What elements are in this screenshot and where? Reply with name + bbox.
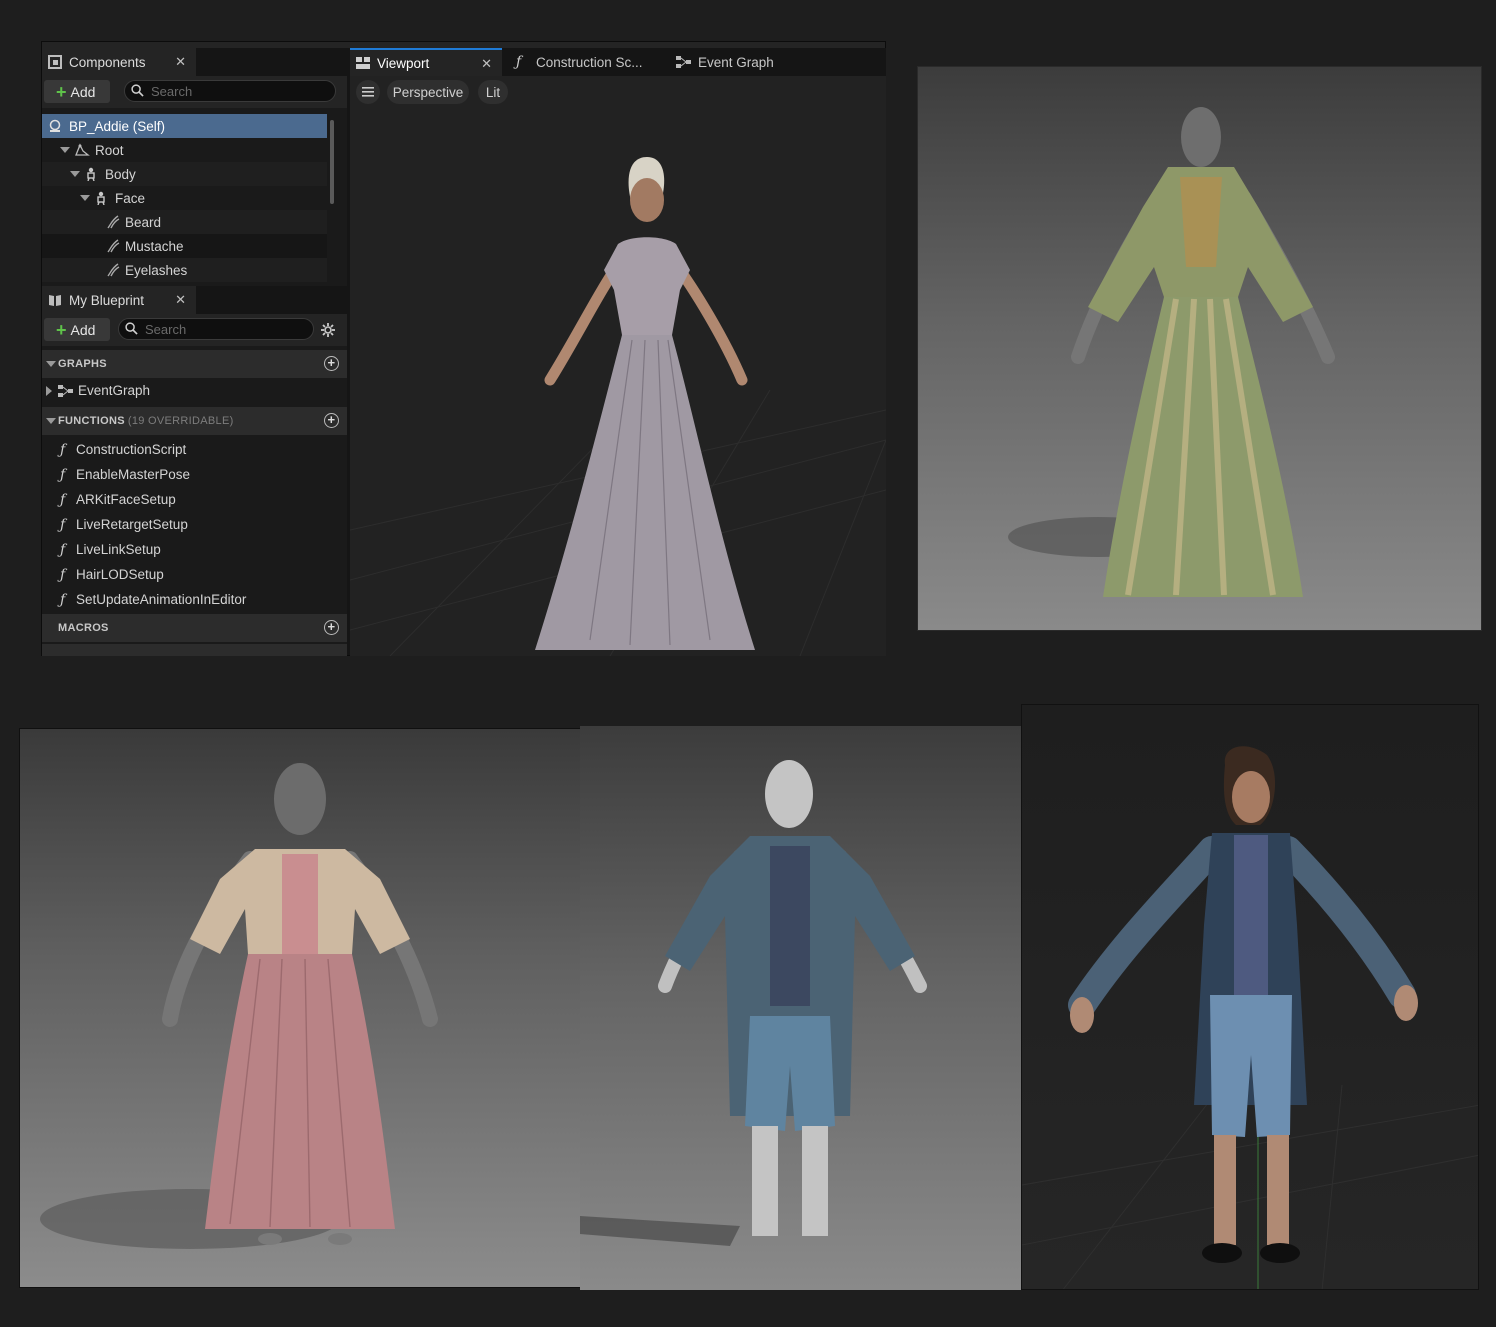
functions-section-header[interactable]: FUNCTIONS (19 OVERRIDABLE) + xyxy=(42,407,347,435)
search-icon xyxy=(131,84,144,97)
search-icon xyxy=(125,322,138,335)
groom-icon xyxy=(107,215,120,229)
floor-grid xyxy=(1022,1084,1478,1289)
gear-icon[interactable] xyxy=(320,322,336,338)
function-icon: ƒ xyxy=(60,491,66,508)
groom-icon xyxy=(107,239,120,253)
function-icon: ƒ xyxy=(60,591,66,608)
tree-item-face[interactable]: Face xyxy=(42,186,327,210)
hamburger-icon xyxy=(362,87,374,97)
left-column: Components ✕ + Add Search BP_Addie (Self)… xyxy=(42,48,347,656)
tab-construction-script[interactable]: ƒ Construction Sc... xyxy=(516,48,643,76)
components-search-input[interactable]: Search xyxy=(124,80,336,102)
add-macro-icon[interactable]: + xyxy=(324,620,339,635)
blueprint-add-button[interactable]: + Add xyxy=(44,318,110,341)
root-bone-icon xyxy=(75,143,90,156)
function-item[interactable]: ƒ ARKitFaceSetup xyxy=(42,487,347,512)
component-tree: BP_Addie (Self) Root Body Face Beard Mus… xyxy=(42,114,327,282)
components-add-button[interactable]: + Add xyxy=(44,80,110,103)
collapse-arrow-icon[interactable] xyxy=(46,418,56,424)
blueprint-toolbar: + Add Search xyxy=(42,314,347,346)
blueprint-tabbar: My Blueprint ✕ xyxy=(42,286,347,314)
tree-item-mustache[interactable]: Mustache xyxy=(42,234,327,258)
book-icon xyxy=(49,295,61,306)
variables-section-header-partial[interactable] xyxy=(42,644,347,656)
tree-item-beard[interactable]: Beard xyxy=(42,210,327,234)
function-item[interactable]: ƒ LiveRetargetSetup xyxy=(42,512,347,537)
tab-components[interactable]: Components ✕ xyxy=(42,48,196,76)
close-icon[interactable]: ✕ xyxy=(175,54,186,70)
plus-icon: + xyxy=(56,319,67,340)
graphs-section-header[interactable]: GRAPHS + xyxy=(42,350,347,378)
collapse-arrow-icon[interactable] xyxy=(46,361,56,367)
viewport-menu-button[interactable] xyxy=(356,80,380,104)
blueprint-self-icon xyxy=(49,119,61,132)
tab-viewport[interactable]: Viewport ✕ xyxy=(350,48,502,76)
function-item[interactable]: ƒ LiveLinkSetup xyxy=(42,537,347,562)
tree-item-eyelashes[interactable]: Eyelashes xyxy=(42,258,327,282)
function-icon: ƒ xyxy=(60,566,66,583)
components-tabbar: Components ✕ xyxy=(42,48,347,76)
tree-scrollbar[interactable] xyxy=(330,120,334,204)
add-graph-icon[interactable]: + xyxy=(324,356,339,371)
render-green-dress xyxy=(917,66,1482,631)
pink-dress-illustration xyxy=(40,763,438,1249)
editor-tabbar: Viewport ✕ ƒ Construction Sc... Event Gr… xyxy=(350,48,886,76)
event-graph-item[interactable]: EventGraph xyxy=(42,378,347,403)
render-man-in-coat xyxy=(1021,704,1479,1290)
function-item[interactable]: ƒ EnableMasterPose xyxy=(42,462,347,487)
skeletal-mesh-icon xyxy=(97,191,105,205)
green-dress-illustration xyxy=(1008,107,1335,597)
construction-script-icon: ƒ xyxy=(60,441,66,458)
man-in-coat-illustration xyxy=(1022,746,1478,1289)
plus-icon: + xyxy=(56,81,67,102)
components-toolbar: + Add Search xyxy=(42,76,347,108)
components-icon xyxy=(48,55,62,69)
groom-icon xyxy=(107,263,120,277)
expand-arrow-icon[interactable] xyxy=(80,195,90,201)
blue-coat-mannequin-illustration xyxy=(580,760,927,1246)
render-pink-dress xyxy=(19,728,581,1288)
close-icon[interactable]: ✕ xyxy=(175,292,186,308)
render-blue-coat-mannequin xyxy=(580,726,1022,1290)
expand-arrow-icon[interactable] xyxy=(70,171,80,177)
event-graph-icon xyxy=(58,384,73,397)
add-function-icon[interactable]: + xyxy=(324,413,339,428)
blueprint-search-input[interactable]: Search xyxy=(118,318,314,340)
expand-arrow-icon[interactable] xyxy=(46,385,52,396)
tab-event-graph[interactable]: Event Graph xyxy=(676,48,774,76)
lit-mode-button[interactable]: Lit xyxy=(478,80,508,104)
macros-section-header[interactable]: MACROS + xyxy=(42,614,347,642)
tree-item-root[interactable]: Root xyxy=(42,138,327,162)
tree-item-body[interactable]: Body xyxy=(42,162,327,186)
close-icon[interactable]: ✕ xyxy=(481,56,492,72)
viewport-panel[interactable]: Viewport ✕ ƒ Construction Sc... Event Gr… xyxy=(350,48,886,656)
components-tab-label: Components xyxy=(69,54,146,70)
event-graph-icon xyxy=(676,56,691,68)
function-icon: ƒ xyxy=(60,516,66,533)
function-item[interactable]: ƒ ConstructionScript xyxy=(42,437,347,462)
blueprint-editor: Components ✕ + Add Search BP_Addie (Self)… xyxy=(41,41,886,656)
tree-item-bp-addie[interactable]: BP_Addie (Self) xyxy=(42,114,327,138)
function-icon: ƒ xyxy=(60,466,66,483)
expand-arrow-icon[interactable] xyxy=(60,147,70,153)
function-item[interactable]: ƒ SetUpdateAnimationInEditor xyxy=(42,587,347,612)
tab-my-blueprint[interactable]: My Blueprint ✕ xyxy=(42,286,196,314)
character-addie xyxy=(535,157,755,650)
skeletal-mesh-icon xyxy=(87,167,95,181)
function-icon: ƒ xyxy=(60,541,66,558)
function-item[interactable]: ƒ HairLODSetup xyxy=(42,562,347,587)
viewport-icon xyxy=(356,57,370,69)
perspective-button[interactable]: Perspective xyxy=(387,80,469,104)
function-icon: ƒ xyxy=(516,54,522,70)
viewport-scene: Y X xyxy=(350,157,886,656)
